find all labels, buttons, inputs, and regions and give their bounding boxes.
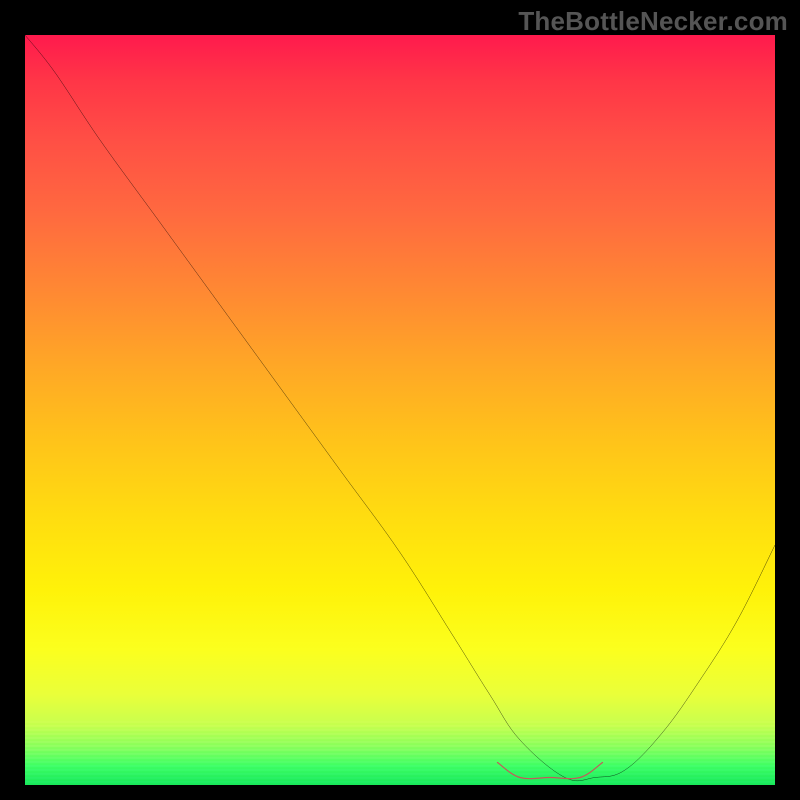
- bottleneck-curve-path: [25, 35, 775, 781]
- watermark-text: TheBottleNecker.com: [518, 6, 788, 37]
- chart-container: TheBottleNecker.com: [0, 0, 800, 800]
- chart-svg: [25, 35, 775, 785]
- plot-area: [25, 35, 775, 785]
- optimal-segment-path: [498, 763, 603, 779]
